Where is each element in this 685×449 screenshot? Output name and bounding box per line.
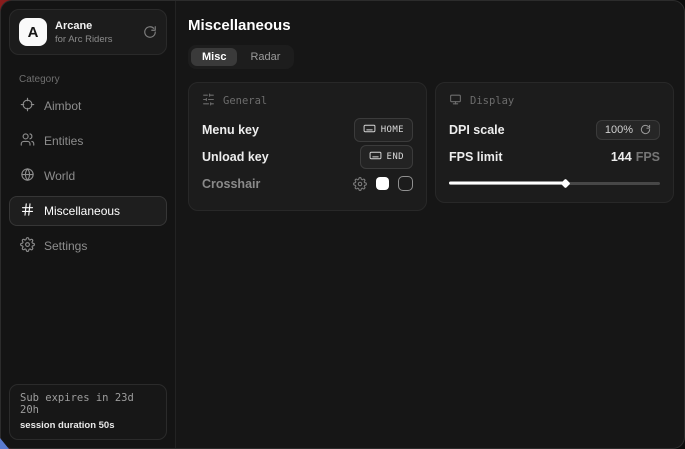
unload-key-bind-button[interactable]: END bbox=[360, 145, 413, 169]
sidebar: A Arcane for Arc Riders Category Aimbot … bbox=[1, 1, 176, 448]
sidebar-item-entities[interactable]: Entities bbox=[9, 126, 167, 156]
brand-card: A Arcane for Arc Riders bbox=[9, 9, 167, 55]
globe-icon bbox=[20, 167, 35, 185]
dpi-scale-label: DPI scale bbox=[449, 123, 505, 137]
sidebar-item-label: World bbox=[44, 169, 75, 183]
page-title: Miscellaneous bbox=[188, 17, 674, 34]
monitor-icon bbox=[449, 93, 462, 109]
sliders-icon bbox=[202, 93, 215, 109]
crosshair-checkbox[interactable] bbox=[398, 176, 413, 191]
card-title: General bbox=[223, 95, 267, 107]
keyboard-icon bbox=[363, 122, 376, 138]
fps-slider[interactable] bbox=[449, 177, 660, 189]
category-label: Category bbox=[1, 63, 175, 91]
unload-key-row: Unload key END bbox=[202, 143, 413, 170]
app-subtitle: for Arc Riders bbox=[55, 34, 135, 45]
refresh-icon[interactable] bbox=[143, 25, 157, 39]
unload-key-label: Unload key bbox=[202, 150, 269, 164]
session-duration-text: session duration 50s bbox=[20, 420, 156, 431]
reset-icon bbox=[640, 124, 651, 135]
crosshair-settings-gear-icon[interactable] bbox=[353, 177, 367, 191]
mouse-cursor-icon bbox=[0, 438, 9, 449]
tab-bar: Misc Radar bbox=[188, 45, 294, 69]
tab-misc[interactable]: Misc bbox=[191, 48, 237, 66]
dpi-scale-row: DPI scale 100% bbox=[449, 116, 660, 143]
sidebar-item-label: Entities bbox=[44, 134, 83, 148]
app-title: Arcane bbox=[55, 20, 135, 32]
main-content: Miscellaneous Misc Radar General Menu ke… bbox=[176, 1, 685, 448]
sidebar-item-miscellaneous[interactable]: Miscellaneous bbox=[9, 196, 167, 226]
sidebar-nav: Aimbot Entities World Miscellaneous Sett… bbox=[1, 91, 175, 261]
fps-unit: FPS bbox=[636, 150, 660, 164]
card-title: Display bbox=[470, 95, 514, 107]
app-logo: A bbox=[19, 18, 47, 46]
sidebar-item-label: Miscellaneous bbox=[44, 204, 120, 218]
users-icon bbox=[20, 132, 35, 150]
display-card: Display DPI scale 100% FPS limit 144 FPS bbox=[435, 82, 674, 203]
menu-key-row: Menu key HOME bbox=[202, 116, 413, 143]
tab-radar[interactable]: Radar bbox=[239, 48, 291, 66]
sidebar-item-label: Aimbot bbox=[44, 99, 81, 113]
crosshair-color-swatch[interactable] bbox=[376, 177, 389, 190]
crosshair-icon bbox=[20, 97, 35, 115]
fps-limit-row: FPS limit 144 FPS bbox=[449, 143, 660, 170]
fps-slider-fill[interactable] bbox=[449, 182, 565, 185]
sidebar-item-world[interactable]: World bbox=[9, 161, 167, 191]
app-window: A Arcane for Arc Riders Category Aimbot … bbox=[0, 0, 685, 449]
hash-grid-icon bbox=[20, 202, 35, 220]
sidebar-item-settings[interactable]: Settings bbox=[9, 231, 167, 261]
dpi-scale-select[interactable]: 100% bbox=[596, 120, 660, 140]
fps-limit-label: FPS limit bbox=[449, 150, 502, 164]
crosshair-label: Crosshair bbox=[202, 177, 260, 191]
keyboard-icon bbox=[369, 149, 382, 165]
menu-key-bind-button[interactable]: HOME bbox=[354, 118, 413, 142]
general-card: General Menu key HOME Unload key END bbox=[188, 82, 427, 211]
sidebar-item-aimbot[interactable]: Aimbot bbox=[9, 91, 167, 121]
menu-key-label: Menu key bbox=[202, 123, 259, 137]
fps-value: 144 bbox=[611, 150, 632, 164]
crosshair-row: Crosshair bbox=[202, 170, 413, 197]
gear-icon bbox=[20, 237, 35, 255]
sub-expires-text: Sub expires in 23d 20h bbox=[20, 392, 156, 416]
sidebar-item-label: Settings bbox=[44, 239, 87, 253]
subscription-info: Sub expires in 23d 20h session duration … bbox=[9, 384, 167, 440]
